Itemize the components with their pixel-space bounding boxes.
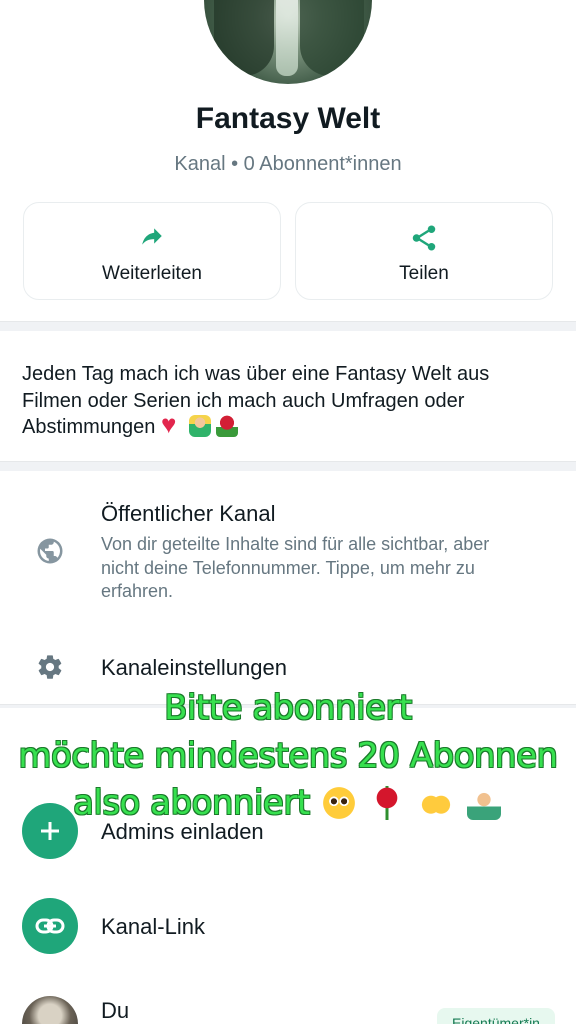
- heart-emoji-icon: [161, 411, 183, 437]
- gear-icon: [38, 655, 62, 679]
- forward-button[interactable]: Weiterleiten: [23, 202, 281, 300]
- section-divider: [0, 321, 576, 331]
- avatar-waterfall: [276, 0, 298, 76]
- channel-settings-title: Kanaleinstellungen: [101, 655, 287, 680]
- public-channel-text: Von dir geteilte Inhalte sind für alle s…: [101, 534, 490, 601]
- share-label: Teilen: [399, 263, 449, 284]
- channel-avatar[interactable]: [204, 0, 372, 84]
- description-text: Jeden Tag mach ich was über eine Fantasy…: [22, 363, 490, 438]
- owner-name: Du: [101, 998, 130, 1023]
- section-divider: [0, 461, 576, 471]
- channel-link-button[interactable]: [22, 898, 78, 954]
- health-worker-emoji-icon: [466, 786, 501, 820]
- forward-icon: [142, 228, 162, 245]
- link-icon: [35, 918, 65, 934]
- avatar-tree-left: [214, 0, 274, 76]
- globe-icon: [37, 538, 63, 564]
- overlay-caption-line-3: also abonniert: [0, 783, 576, 823]
- channel-description: Jeden Tag mach ich was über eine Fantasy…: [22, 361, 552, 441]
- overlay-line-2-text: möchte mindestens 20 Abonnen: [18, 736, 558, 776]
- owner-badge: Eigentümer*in: [437, 1008, 555, 1024]
- forward-label: Weiterleiten: [102, 263, 202, 284]
- public-channel-title: Öffentlicher Kanal: [101, 501, 276, 526]
- overlay-caption-line-1: Bitte abonniert: [0, 688, 576, 728]
- rose-emoji-icon: [216, 415, 239, 437]
- avatar-tree-right: [300, 0, 364, 76]
- share-icon: [412, 225, 436, 251]
- owner-avatar: [22, 996, 78, 1024]
- channel-name: Fantasy Welt: [195, 102, 381, 135]
- channel-link-label: Kanal-Link: [101, 914, 205, 939]
- overlay-line-3-text: also abonniert: [73, 783, 310, 823]
- pleading-face-emoji-icon: [321, 786, 356, 820]
- channel-subtitle: Kanal • 0 Abonnent*innen: [174, 153, 402, 175]
- share-button[interactable]: Teilen: [295, 202, 553, 300]
- rose-emoji-icon: [370, 786, 405, 820]
- elf-emoji-icon: [188, 415, 211, 437]
- overlay-line-1-text: Bitte abonniert: [164, 688, 412, 728]
- heart-hands-emoji-icon: [418, 786, 453, 820]
- overlay-caption-line-2: möchte mindestens 20 Abonnen: [0, 736, 576, 776]
